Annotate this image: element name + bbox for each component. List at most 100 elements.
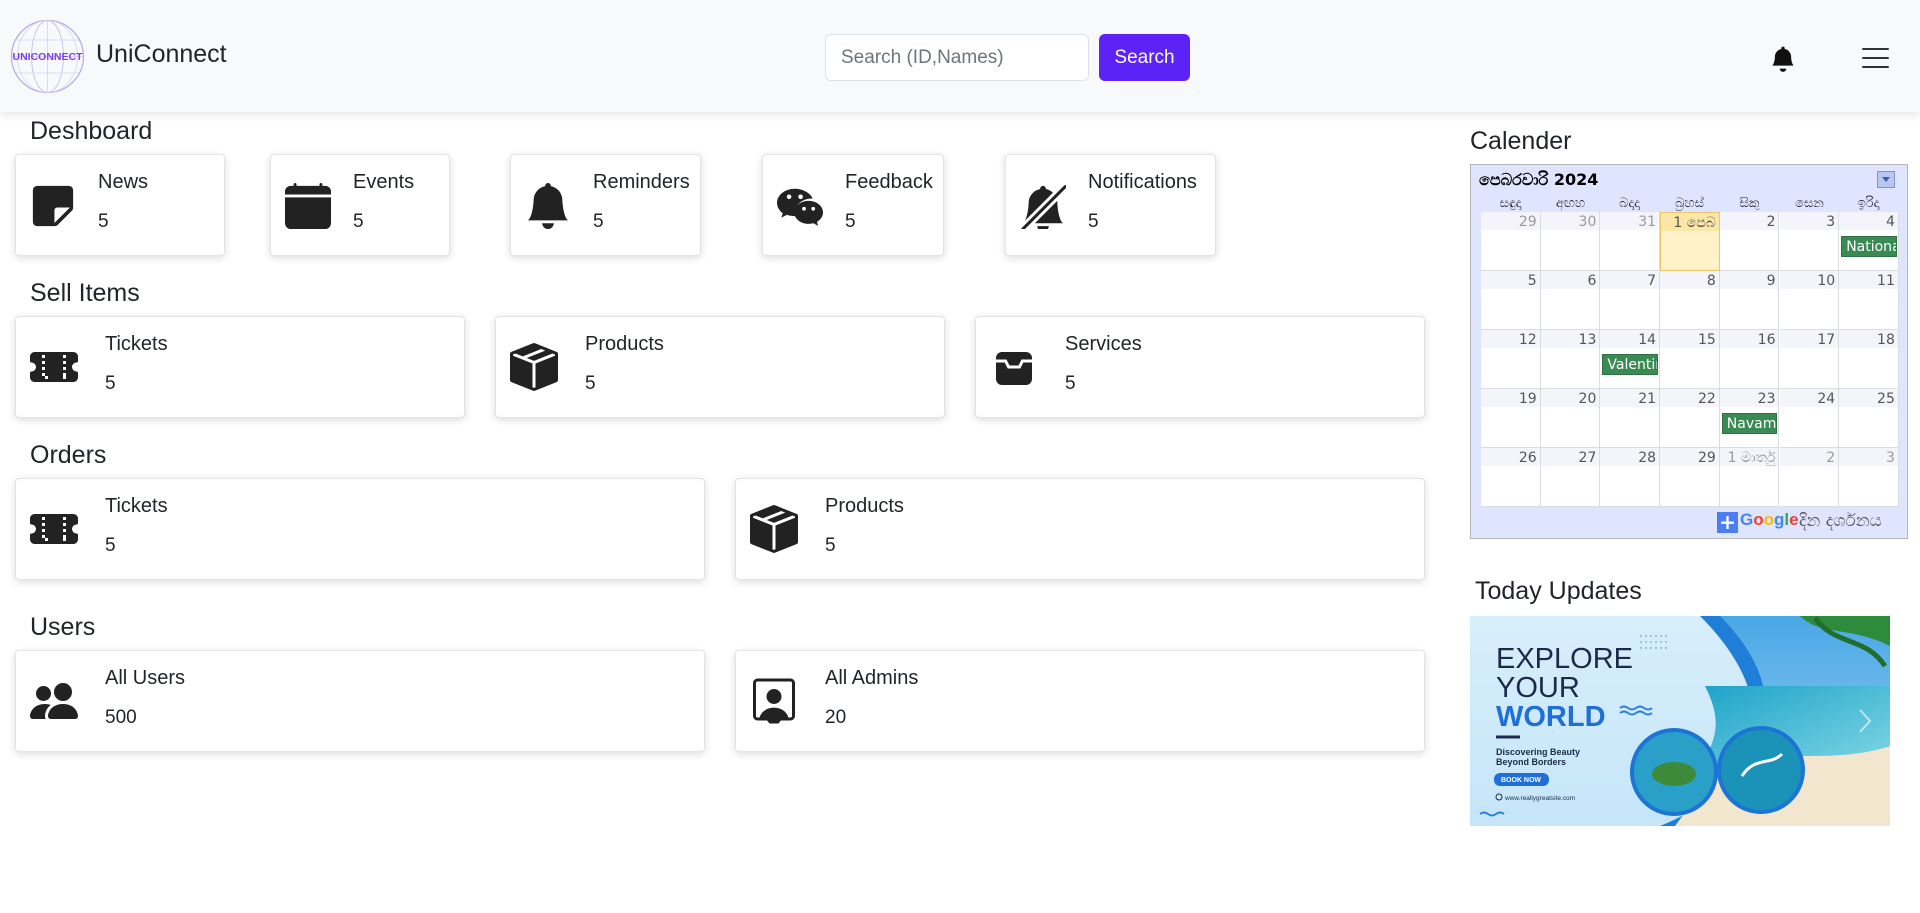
day-number: 26 xyxy=(1518,450,1537,466)
day-number: 30 xyxy=(1578,214,1597,230)
calendar-day-cell[interactable]: 11 xyxy=(1839,271,1899,330)
calendar-day-cell[interactable]: 26 xyxy=(1481,448,1541,507)
day-number: 7 xyxy=(1647,273,1657,289)
weekday-label: ඉරිදා xyxy=(1857,196,1880,211)
order-tickets-card[interactable]: Tickets 5 xyxy=(15,478,705,580)
card-count: 5 xyxy=(105,373,116,394)
day-number: 19 xyxy=(1518,391,1537,407)
calendar-event[interactable]: Valentin xyxy=(1602,354,1659,375)
day-number: 2 xyxy=(1766,214,1776,230)
calendar-grid: 29 30 31 1 පෙබ 2 3 4 5 6 7 8 9 10 11 12 13 14 15 16 17 18 19 2… xyxy=(1481,212,1899,507)
calendar-day-cell[interactable]: 10 xyxy=(1779,271,1840,330)
calendar-day-cell[interactable]: 22 xyxy=(1660,389,1720,448)
calendar-title: Calender xyxy=(1470,127,1572,155)
orders-title: Orders xyxy=(30,441,107,469)
calendar-day-cell[interactable]: 9 xyxy=(1719,271,1780,330)
person-badge-icon xyxy=(753,678,795,724)
hamburger-menu-icon[interactable] xyxy=(1862,48,1889,68)
chevron-down-icon[interactable] xyxy=(1877,171,1895,188)
sell-services-card[interactable]: Services 5 xyxy=(975,316,1425,418)
logo-text: UNICONNECT xyxy=(13,51,84,63)
calendar-day-cell[interactable]: 1 පෙබ xyxy=(1660,212,1720,271)
ticket-icon xyxy=(30,514,78,544)
calendar-day-cell[interactable]: 16 xyxy=(1719,330,1780,389)
feedback-card[interactable]: Feedback 5 xyxy=(762,154,944,256)
day-number: 12 xyxy=(1518,332,1537,348)
events-card[interactable]: Events 5 xyxy=(270,154,450,256)
calendar-day-cell[interactable]: 31 xyxy=(1600,212,1661,271)
day-number: 22 xyxy=(1697,391,1716,407)
day-number: 13 xyxy=(1578,332,1597,348)
all-users-card[interactable]: All Users 500 xyxy=(15,650,705,752)
card-count: 5 xyxy=(845,211,856,232)
calendar-day-cell[interactable]: 21 xyxy=(1600,389,1661,448)
add-to-calendar-icon[interactable]: + xyxy=(1717,512,1738,533)
day-number: 18 xyxy=(1877,332,1895,348)
banner-site: www.reallygreatsite.com xyxy=(1504,795,1575,802)
calendar-day-cell[interactable]: 7 xyxy=(1600,271,1661,330)
calendar-view-link[interactable]: දින දර්ශනය xyxy=(1799,511,1882,531)
calendar-day-cell[interactable]: 25 xyxy=(1839,389,1899,448)
calendar-day-cell[interactable]: 6 xyxy=(1540,271,1601,330)
uniconnect-logo[interactable]: UNICONNECT xyxy=(10,19,85,94)
day-number: 8 xyxy=(1706,273,1716,289)
calendar-day-cell[interactable]: 18 xyxy=(1839,330,1899,389)
calendar-day-cell[interactable]: 28 xyxy=(1600,448,1661,507)
bell-icon xyxy=(527,183,569,229)
calendar-month: පෙබරවාරි 2024 xyxy=(1479,170,1599,189)
brand-name[interactable]: UniConnect xyxy=(96,40,227,69)
news-card[interactable]: News 5 xyxy=(15,154,225,256)
card-label: Services xyxy=(1065,333,1142,355)
day-number: 31 xyxy=(1638,214,1657,230)
card-label: Notifications xyxy=(1088,171,1197,193)
day-number: 17 xyxy=(1817,332,1836,348)
calendar-day-cell[interactable]: 3 xyxy=(1779,212,1840,271)
order-products-card[interactable]: Products 5 xyxy=(735,478,1425,580)
bell-slash-icon xyxy=(1021,185,1066,229)
calendar-event[interactable]: Navam xyxy=(1721,413,1778,434)
card-label: Products xyxy=(825,495,904,517)
calendar-day-cell[interactable]: 24 xyxy=(1779,389,1840,448)
card-label: Events xyxy=(353,171,415,193)
day-number: 14 xyxy=(1638,332,1657,348)
banner-tagline2: Beyond Borders xyxy=(1496,757,1566,767)
calendar-day-cell[interactable]: 20 xyxy=(1540,389,1601,448)
day-number: 5 xyxy=(1527,273,1537,289)
travel-banner[interactable]: EXPLORE YOUR WORLD Discovering Beauty Be… xyxy=(1470,616,1890,826)
chevron-right-icon[interactable] xyxy=(1858,708,1872,734)
calendar-day-cell[interactable]: 1 මාර්තු xyxy=(1719,448,1780,507)
chat-icon xyxy=(777,188,823,226)
calendar-day-cell[interactable]: 5 xyxy=(1481,271,1541,330)
calendar-day-cell[interactable]: 8 xyxy=(1660,271,1720,330)
calendar-day-cell[interactable]: 2 xyxy=(1779,448,1840,507)
search-button[interactable]: Search xyxy=(1099,34,1190,81)
calendar-day-cell[interactable]: 30 xyxy=(1540,212,1601,271)
card-label: Reminders xyxy=(593,171,690,193)
calendar-day-cell[interactable]: 27 xyxy=(1540,448,1601,507)
calendar-event[interactable]: Nationa xyxy=(1841,236,1897,257)
day-number: 29 xyxy=(1697,450,1716,466)
notifications-card[interactable]: Notifications 5 xyxy=(1005,154,1216,256)
bell-icon[interactable] xyxy=(1770,44,1796,72)
calendar-day-cell[interactable]: 13 xyxy=(1540,330,1601,389)
reminders-card[interactable]: Reminders 5 xyxy=(510,154,701,256)
all-admins-card[interactable]: All Admins 20 xyxy=(735,650,1425,752)
google-calendar-widget[interactable]: පෙබරවාරි 2024 සඳුදා අඟහ බදාදා බ්‍රහස් සි… xyxy=(1470,164,1908,539)
calendar-day-cell[interactable]: 12 xyxy=(1481,330,1541,389)
search-input[interactable] xyxy=(825,34,1089,81)
weekday-label: බ්‍රහස් xyxy=(1675,196,1704,211)
calendar-day-cell[interactable]: 2 xyxy=(1719,212,1780,271)
day-number: 24 xyxy=(1817,391,1836,407)
calendar-day-cell[interactable]: 15 xyxy=(1660,330,1720,389)
calendar-day-cell[interactable]: 17 xyxy=(1779,330,1840,389)
calendar-footer: + Google දින දර්ශනය xyxy=(1481,510,1899,534)
card-count: 5 xyxy=(593,211,604,232)
weekday-label: සෙන xyxy=(1795,196,1824,211)
sell-tickets-card[interactable]: Tickets 5 xyxy=(15,316,465,418)
calendar-day-cell[interactable]: 29 xyxy=(1481,212,1541,271)
sell-products-card[interactable]: Products 5 xyxy=(495,316,945,418)
calendar-day-cell[interactable]: 19 xyxy=(1481,389,1541,448)
calendar-day-cell[interactable]: 29 xyxy=(1660,448,1720,507)
card-count: 20 xyxy=(825,707,847,728)
calendar-day-cell[interactable]: 3 xyxy=(1839,448,1899,507)
